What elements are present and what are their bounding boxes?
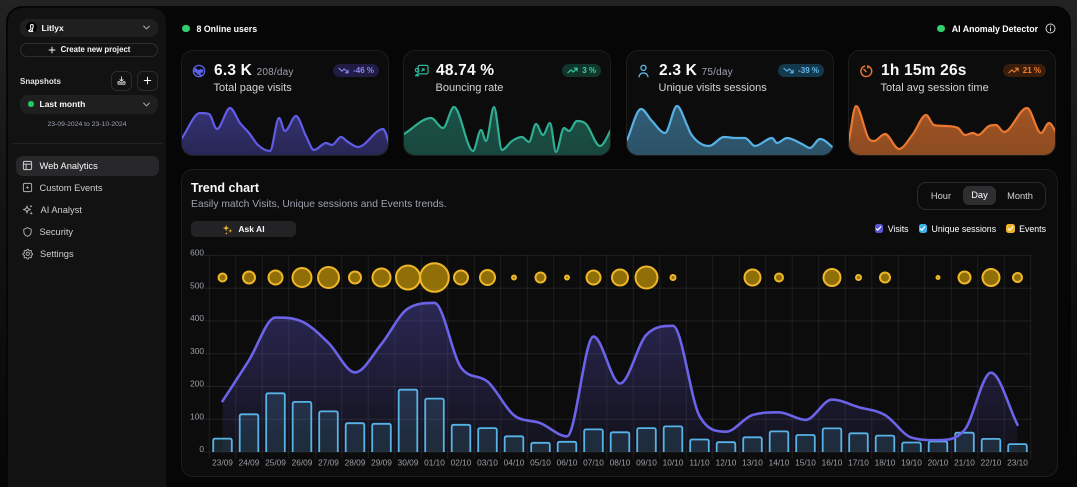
svg-text:12/10: 12/10 — [716, 458, 737, 468]
svg-text:19/10: 19/10 — [901, 458, 922, 468]
svg-text:14/10: 14/10 — [769, 458, 790, 468]
svg-text:11/10: 11/10 — [689, 458, 710, 468]
svg-text:25/09: 25/09 — [265, 458, 286, 468]
svg-text:30/09: 30/09 — [398, 458, 419, 468]
svg-text:0: 0 — [199, 444, 204, 454]
svg-text:09/10: 09/10 — [636, 458, 657, 468]
svg-text:400: 400 — [190, 313, 204, 323]
svg-text:23/10: 23/10 — [1007, 458, 1028, 468]
svg-text:20/10: 20/10 — [928, 458, 949, 468]
svg-text:24/09: 24/09 — [239, 458, 260, 468]
svg-text:08/10: 08/10 — [610, 458, 631, 468]
svg-text:200: 200 — [190, 379, 204, 389]
svg-text:04/10: 04/10 — [504, 458, 525, 468]
svg-text:500: 500 — [190, 280, 204, 290]
svg-text:05/10: 05/10 — [530, 458, 551, 468]
svg-text:16/10: 16/10 — [822, 458, 843, 468]
svg-text:100: 100 — [190, 411, 204, 421]
svg-text:21/10: 21/10 — [954, 458, 975, 468]
svg-text:18/10: 18/10 — [875, 458, 896, 468]
svg-text:27/09: 27/09 — [318, 458, 339, 468]
svg-text:15/10: 15/10 — [795, 458, 816, 468]
svg-text:03/10: 03/10 — [477, 458, 498, 468]
svg-text:28/09: 28/09 — [345, 458, 366, 468]
svg-text:10/10: 10/10 — [663, 458, 684, 468]
svg-text:22/10: 22/10 — [981, 458, 1002, 468]
svg-text:02/10: 02/10 — [451, 458, 472, 468]
svg-text:06/10: 06/10 — [557, 458, 578, 468]
svg-text:600: 600 — [190, 248, 204, 258]
svg-text:17/10: 17/10 — [848, 458, 869, 468]
svg-text:01/10: 01/10 — [424, 458, 445, 468]
svg-text:29/09: 29/09 — [371, 458, 392, 468]
svg-text:07/10: 07/10 — [583, 458, 604, 468]
svg-text:26/09: 26/09 — [292, 458, 313, 468]
svg-text:13/10: 13/10 — [742, 458, 763, 468]
svg-text:300: 300 — [190, 346, 204, 356]
svg-text:23/09: 23/09 — [212, 458, 233, 468]
